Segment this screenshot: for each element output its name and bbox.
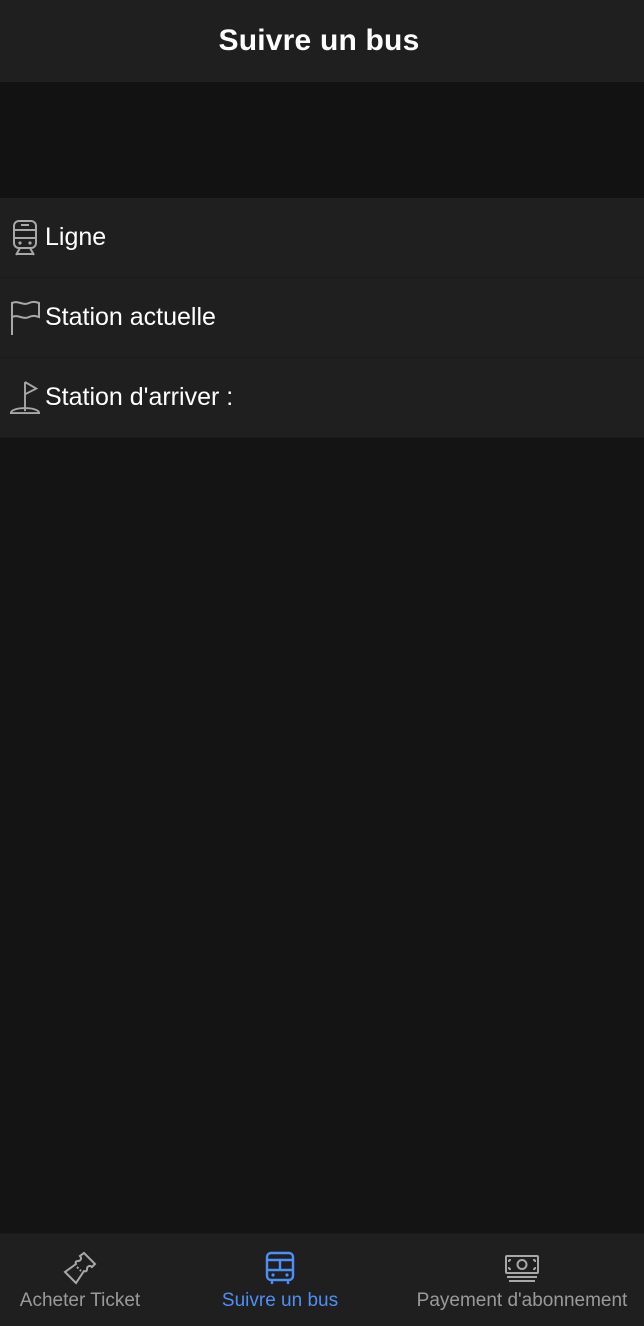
line-label: Ligne (45, 223, 107, 251)
arrival-station-label: Station d'arriver : (45, 383, 234, 411)
golf-flag-icon (9, 378, 41, 418)
page-title: Suivre un bus (218, 24, 420, 57)
line-field[interactable]: Ligne (0, 198, 644, 278)
money-icon (504, 1250, 540, 1286)
app-screen: Suivre un bus Ligne Station actuelle Sta… (0, 0, 644, 1326)
train-icon (9, 218, 41, 258)
nav-track-bus-label: Suivre un bus (221, 1290, 339, 1311)
current-station-field[interactable]: Station actuelle (0, 278, 644, 358)
app-header: Suivre un bus (0, 0, 644, 82)
form-list: Ligne Station actuelle Station d'arriver… (0, 198, 644, 438)
bus-icon (264, 1250, 296, 1286)
nav-track-bus[interactable]: Suivre un bus (160, 1234, 400, 1326)
content-spacer (0, 82, 644, 198)
current-station-label: Station actuelle (45, 303, 216, 331)
ticket-icon (62, 1250, 98, 1286)
nav-buy-ticket-label: Acheter Ticket (19, 1290, 141, 1311)
nav-subscription-payment[interactable]: Payement d'abonnement (400, 1234, 644, 1326)
bottom-navigation: Acheter Ticket Suivre un bus Payement d'… (0, 1233, 644, 1326)
nav-buy-ticket[interactable]: Acheter Ticket (0, 1234, 160, 1326)
nav-subscription-payment-label: Payement d'abonnement (416, 1290, 628, 1311)
arrival-station-field[interactable]: Station d'arriver : (0, 358, 644, 438)
flag-icon (9, 298, 41, 338)
